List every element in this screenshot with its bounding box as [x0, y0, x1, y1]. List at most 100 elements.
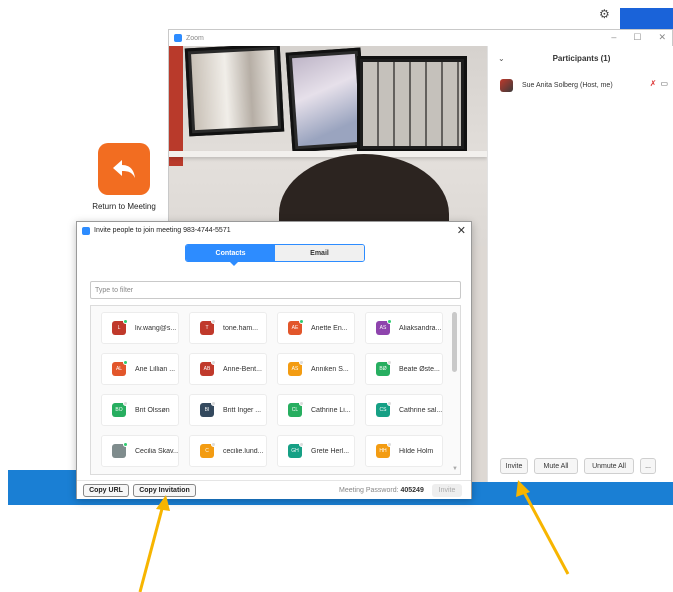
return-label: Return to Meeting	[92, 202, 156, 211]
presence-dot	[211, 319, 216, 324]
tab-indicator	[230, 262, 238, 266]
contact-card[interactable]: Ccecilie.lund...	[189, 435, 267, 467]
scroll-down-icon[interactable]: ▼	[452, 466, 458, 472]
presence-dot	[299, 401, 304, 406]
mute-all-button[interactable]: Mute All	[534, 458, 578, 474]
participants-header: Participants (1)	[552, 54, 611, 63]
contact-card[interactable]: BO Brit Olssøn	[101, 394, 179, 426]
participant-row[interactable]: Sue Anita Solberg (Host, me) ✗ ▭	[500, 77, 670, 93]
return-arrow-icon[interactable]	[98, 143, 150, 195]
presence-dot	[387, 442, 392, 447]
contact-card[interactable]: CL Cathrine Li...	[277, 394, 355, 426]
presence-dot	[211, 442, 216, 447]
avatar: C	[200, 442, 216, 458]
muted-mic-icon[interactable]: ✗	[650, 79, 657, 88]
settings-icon[interactable]: ⚙	[599, 8, 611, 20]
avatar: AE	[288, 319, 304, 335]
participant-name: Sue Anita Solberg (Host, me)	[522, 81, 613, 89]
avatar	[112, 442, 128, 458]
contact-card[interactable]: AL Ane Lillian ...	[101, 353, 179, 385]
avatar: T	[200, 319, 216, 335]
presence-dot	[123, 442, 128, 447]
contact-card[interactable]: BØ Beate Øste...	[365, 353, 443, 385]
avatar: AS	[288, 360, 304, 376]
contact-name: cecilie.lund...	[223, 447, 264, 455]
avatar: BI	[200, 401, 216, 417]
video-detail	[169, 46, 183, 166]
presence-dot	[123, 360, 128, 365]
contact-card[interactable]: BI Britt Inger ...	[189, 394, 267, 426]
presence-dot	[299, 442, 304, 447]
presence-dot	[387, 401, 392, 406]
tab-email[interactable]: Email	[275, 245, 364, 261]
contact-card[interactable]: Ttone.ham...	[189, 312, 267, 344]
contact-name: Anette En...	[311, 324, 348, 332]
contact-card[interactable]: Lliv.wang@s...	[101, 312, 179, 344]
invite-dialog: Invite people to join meeting 983-4744-5…	[76, 221, 472, 499]
window-controls: – ☐ ✕	[611, 32, 666, 43]
invite-tabs: Contacts Email	[185, 244, 365, 262]
contact-name: Cecilia Skav...	[135, 447, 178, 455]
picture-frame	[285, 47, 368, 153]
filter-input[interactable]: Type to filter	[90, 281, 461, 299]
meeting-password: Meeting Password: 405249	[339, 487, 424, 494]
zoom-logo-icon	[174, 34, 182, 42]
participants-actions: Invite Mute All Unmute All ...	[500, 458, 670, 474]
copy-url-button[interactable]: Copy URL	[83, 484, 129, 497]
presence-dot	[123, 319, 128, 324]
close-icon[interactable]: ✕	[457, 224, 466, 237]
avatar: AB	[200, 360, 216, 376]
contact-name: Brit Olssøn	[135, 406, 170, 414]
zoom-logo-icon	[82, 226, 90, 235]
contact-name: tone.ham...	[223, 324, 259, 332]
presence-dot	[387, 319, 392, 324]
presence-dot	[123, 401, 128, 406]
return-to-meeting[interactable]: Return to Meeting	[91, 143, 157, 211]
password-label: Meeting Password:	[339, 487, 399, 494]
contact-card[interactable]: GH Grete Herl...	[277, 435, 355, 467]
more-button[interactable]: ...	[640, 458, 656, 474]
camera-icon[interactable]: ▭	[660, 79, 668, 88]
contact-name: Cathrine Li...	[311, 406, 351, 414]
avatar: CS	[376, 401, 392, 417]
invite-send-button[interactable]: Invite	[432, 484, 462, 497]
presence-dot	[299, 360, 304, 365]
window-edge	[620, 8, 673, 30]
avatar: GH	[288, 442, 304, 458]
minimize-button[interactable]: –	[611, 32, 616, 43]
scrollbar[interactable]	[452, 312, 457, 372]
contact-card[interactable]: CS Cathrine sal...	[365, 394, 443, 426]
contact-card[interactable]: AS Anniken S...	[277, 353, 355, 385]
shelf	[169, 151, 487, 157]
avatar: BO	[112, 401, 128, 417]
presence-dot	[211, 401, 216, 406]
contact-card[interactable]: AB Anne-Bent...	[189, 353, 267, 385]
annotation-arrow	[138, 495, 170, 592]
contact-name: Anniken S...	[311, 365, 349, 373]
picture-frame	[357, 56, 467, 152]
annotation-arrow	[516, 480, 570, 575]
contact-card[interactable]: Cecilia Skav...	[101, 435, 179, 467]
contact-name: Cathrine sal...	[399, 406, 442, 414]
maximize-button[interactable]: ☐	[633, 32, 641, 43]
contact-name: Grete Herl...	[311, 447, 350, 455]
password-value: 405249	[400, 487, 424, 494]
contact-card[interactable]: AE Anette En...	[277, 312, 355, 344]
contact-name: Ane Lillian ...	[135, 365, 176, 373]
close-button[interactable]: ✕	[658, 32, 666, 43]
contact-name: Britt Inger ...	[223, 406, 262, 414]
avatar: AS	[376, 319, 392, 335]
participants-panel: ⌄ Participants (1) Sue Anita Solberg (Ho…	[487, 46, 673, 482]
contact-card[interactable]: HH Hilde Holm	[365, 435, 443, 467]
contact-name: Aliaksandra...	[399, 324, 442, 332]
picture-frame	[184, 46, 285, 137]
invite-button[interactable]: Invite	[500, 458, 528, 474]
avatar	[500, 78, 513, 92]
tab-contacts[interactable]: Contacts	[186, 245, 275, 261]
presence-dot	[211, 360, 216, 365]
contact-name: Hilde Holm	[399, 447, 434, 455]
avatar: AL	[112, 360, 128, 376]
contacts-list: ▼ Lliv.wang@s... Ttone.ham... AE Anette En.…	[90, 305, 461, 475]
contact-card[interactable]: AS Aliaksandra...	[365, 312, 443, 344]
unmute-all-button[interactable]: Unmute All	[584, 458, 634, 474]
